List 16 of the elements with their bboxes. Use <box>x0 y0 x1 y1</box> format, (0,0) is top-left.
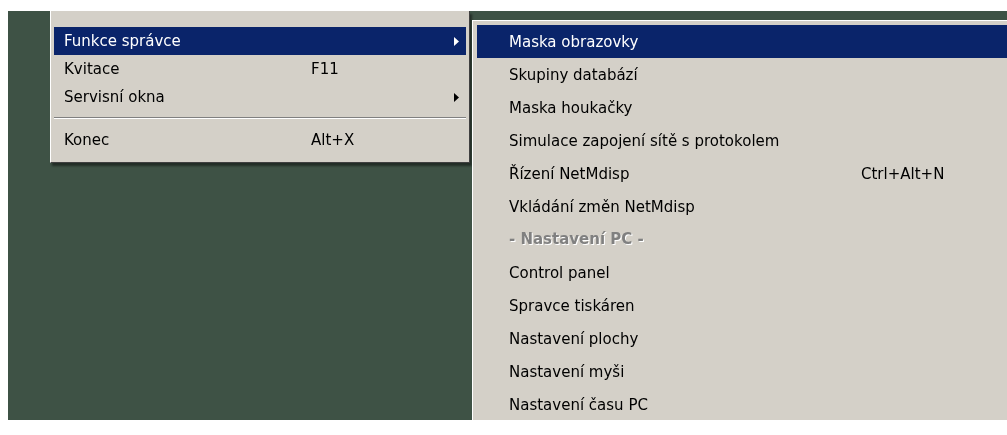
menu-item[interactable]: Nastavení myši <box>477 355 1007 388</box>
menu-item[interactable]: Funkce správce <box>54 27 466 55</box>
menu-item[interactable]: Kvitace F11 <box>54 55 466 83</box>
menu-item[interactable]: Vkládání změn NetMdisp <box>477 190 1007 223</box>
menu-item[interactable]: Konec Alt+X <box>54 126 466 154</box>
menu-item[interactable]: Maska obrazovky <box>477 25 1007 58</box>
menu-item[interactable]: Skupiny databází <box>477 58 1007 91</box>
menu-item[interactable]: Řízení NetMdisp Ctrl+Alt+N <box>477 157 1007 190</box>
menu-item[interactable]: Servisní okna <box>54 83 466 111</box>
menu-item[interactable]: Spravce tiskáren <box>477 289 1007 322</box>
menu-item[interactable]: Maska houkačky <box>477 91 1007 124</box>
menu-item[interactable]: Simulace zapojení sítě s protokolem <box>477 124 1007 157</box>
menu-item[interactable]: Nastavení plochy <box>477 322 1007 355</box>
menu-item[interactable]: Control panel <box>477 256 1007 289</box>
menu-item[interactable]: Nastavení času PC <box>477 388 1007 421</box>
menu-section-header: - Nastavení PC - <box>508 229 645 250</box>
